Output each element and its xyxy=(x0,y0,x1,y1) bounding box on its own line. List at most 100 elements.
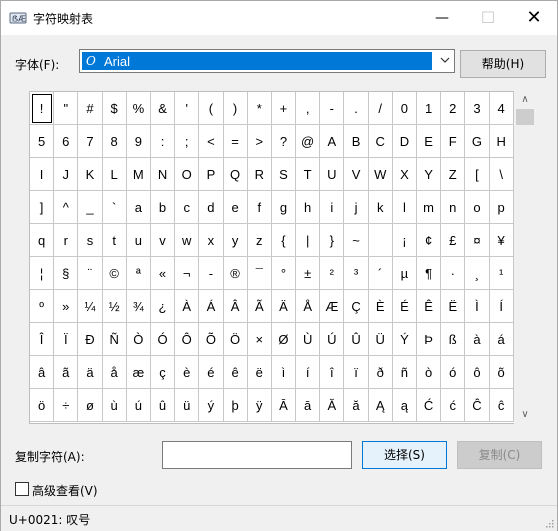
character-cell[interactable]: Z xyxy=(441,158,466,191)
character-cell[interactable]: K xyxy=(78,158,103,191)
character-cell[interactable]: u xyxy=(126,224,151,257)
select-button[interactable]: 选择(S) xyxy=(362,441,447,469)
character-cell[interactable]: I xyxy=(30,158,55,191)
character-cell[interactable]: Ç xyxy=(344,290,369,323)
character-cell[interactable]: ü xyxy=(175,389,200,422)
character-cell[interactable]: ¾ xyxy=(126,290,151,323)
character-cell[interactable]: 5 xyxy=(30,125,55,158)
character-cell[interactable]: - xyxy=(320,92,345,125)
advanced-view-checkbox[interactable] xyxy=(15,482,29,496)
character-cell[interactable]: N xyxy=(150,158,176,191)
character-cell[interactable]: < xyxy=(199,125,224,158)
character-cell[interactable]: ý xyxy=(199,389,224,422)
character-cell[interactable]: § xyxy=(54,257,79,290)
character-cell[interactable]: r xyxy=(54,224,79,257)
character-cell[interactable]: ú xyxy=(126,389,151,422)
character-cell[interactable]: Ì xyxy=(465,290,490,323)
character-cell[interactable]: 4 xyxy=(489,92,514,125)
character-cell[interactable]: Ý xyxy=(392,323,417,356)
character-cell[interactable]: Ô xyxy=(175,323,200,356)
character-cell[interactable]: ' xyxy=(175,92,200,125)
character-cell[interactable]: º xyxy=(30,290,55,323)
character-cell[interactable]: i xyxy=(320,191,345,224)
character-cell[interactable]: Q xyxy=(223,158,248,191)
character-cell[interactable]: n xyxy=(441,191,466,224)
character-cell[interactable]: * xyxy=(247,92,272,125)
font-dropdown[interactable]: 𝑂 Arial xyxy=(79,49,455,73)
character-cell[interactable]: Â xyxy=(223,290,248,323)
character-cell[interactable]: } xyxy=(320,224,345,257)
character-cell[interactable]: ± xyxy=(296,257,321,290)
advanced-view-label[interactable]: 高级查看(V) xyxy=(32,482,98,499)
character-cell[interactable]: Ð xyxy=(78,323,103,356)
character-cell[interactable]: ] xyxy=(30,191,55,224)
character-cell[interactable]: ô xyxy=(465,356,490,389)
character-cell[interactable]: ĉ xyxy=(489,389,514,422)
character-cell[interactable]: × xyxy=(247,323,272,356)
character-cell[interactable]: 8 xyxy=(102,125,127,158)
character-cell[interactable]: ) xyxy=(223,92,248,125)
character-cell[interactable]: T xyxy=(296,158,321,191)
character-cell[interactable]: ½ xyxy=(102,290,127,323)
character-cell[interactable]: ÿ xyxy=(247,389,272,422)
character-cell[interactable]: í xyxy=(296,356,321,389)
character-cell[interactable]: é xyxy=(199,356,224,389)
character-cell[interactable]: ã xyxy=(54,356,79,389)
character-cell[interactable]: 6 xyxy=(54,125,79,158)
character-cell[interactable]: Þ xyxy=(417,323,442,356)
character-cell[interactable]: 9 xyxy=(126,125,151,158)
character-cell[interactable]: ą xyxy=(392,389,417,422)
character-cell[interactable]: / xyxy=(368,92,393,125)
character-cell[interactable]: ³ xyxy=(344,257,369,290)
character-cell[interactable]: e xyxy=(223,191,248,224)
character-cell[interactable]: ¨ xyxy=(78,257,103,290)
character-cell[interactable]: è xyxy=(175,356,200,389)
character-cell[interactable]: & xyxy=(150,92,176,125)
character-cell[interactable]: " xyxy=(54,92,79,125)
character-cell[interactable]: j xyxy=(344,191,369,224)
character-cell[interactable]: Ü xyxy=(368,323,393,356)
character-cell[interactable]: V xyxy=(344,158,369,191)
character-cell[interactable]: « xyxy=(150,257,176,290)
character-cell[interactable]: R xyxy=(247,158,272,191)
character-cell[interactable]: ² xyxy=(320,257,345,290)
character-cell[interactable]: µ xyxy=(392,257,417,290)
vertical-scrollbar[interactable]: ∧ ∨ xyxy=(514,91,536,424)
character-cell[interactable]: ( xyxy=(199,92,224,125)
character-cell[interactable]: f xyxy=(247,191,272,224)
character-cell[interactable]: ^ xyxy=(54,191,79,224)
character-cell[interactable]: F xyxy=(441,125,466,158)
character-cell[interactable]: û xyxy=(150,389,176,422)
character-cell[interactable]: Ú xyxy=(320,323,345,356)
character-cell[interactable]: ä xyxy=(78,356,103,389)
character-cell[interactable]: Ï xyxy=(54,323,79,356)
character-cell[interactable]: J xyxy=(54,158,79,191)
character-cell[interactable]: Ù xyxy=(296,323,321,356)
character-cell[interactable]: ć xyxy=(441,389,466,422)
character-cell[interactable]: y xyxy=(223,224,248,257)
character-cell[interactable]: ö xyxy=(30,389,55,422)
character-cell[interactable]: d xyxy=(199,191,224,224)
character-cell[interactable]: . xyxy=(344,92,369,125)
character-cell[interactable]: a xyxy=(126,191,151,224)
character-cell[interactable]: © xyxy=(102,257,127,290)
character-cell[interactable]: - xyxy=(199,257,224,290)
character-cell[interactable]: W xyxy=(368,158,393,191)
character-cell[interactable]: ° xyxy=(271,257,297,290)
character-cell[interactable]: b xyxy=(150,191,176,224)
character-cell[interactable]: î xyxy=(320,356,345,389)
character-cell[interactable]: È xyxy=(368,290,393,323)
character-cell[interactable]: À xyxy=(175,290,200,323)
resize-grip-icon[interactable] xyxy=(544,518,554,528)
character-cell[interactable]: ¯ xyxy=(247,257,272,290)
character-cell[interactable]: ? xyxy=(271,125,297,158)
character-cell[interactable]: C xyxy=(368,125,393,158)
character-cell[interactable]: X xyxy=(392,158,417,191)
character-cell[interactable]: h xyxy=(296,191,321,224)
character-cell[interactable]: ó xyxy=(441,356,466,389)
character-cell[interactable]: U xyxy=(320,158,345,191)
character-cell[interactable]: c xyxy=(175,191,200,224)
character-cell[interactable]: ¥ xyxy=(489,224,514,257)
character-cell[interactable]: ¤ xyxy=(465,224,490,257)
character-cell[interactable]: % xyxy=(126,92,151,125)
